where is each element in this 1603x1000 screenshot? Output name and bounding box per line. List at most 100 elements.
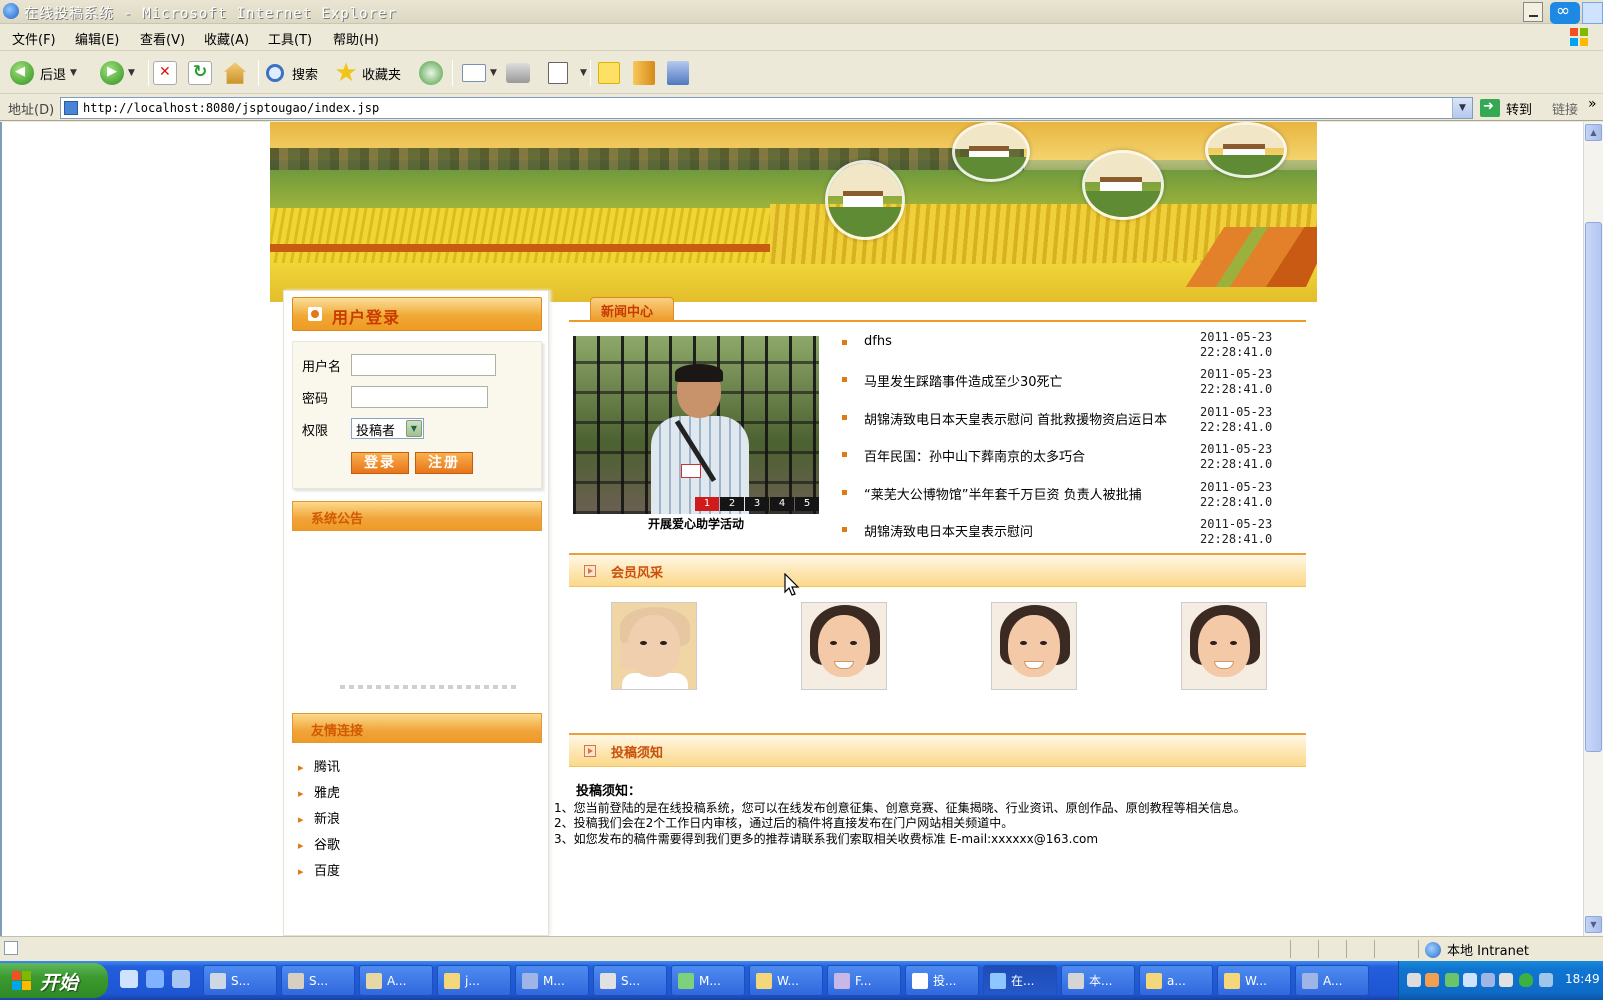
messenger-button[interactable] <box>667 59 689 87</box>
menu-edit[interactable]: 编辑(E) <box>75 29 119 48</box>
show-desktop-icon[interactable] <box>120 970 138 988</box>
messenger-quicklaunch-icon[interactable] <box>172 970 190 988</box>
chevron-down-icon[interactable]: ▼ <box>490 68 497 78</box>
chevron-down-icon[interactable]: ▼ <box>580 68 587 78</box>
slide-page-5[interactable]: 5 <box>795 497 819 511</box>
note-icon <box>598 62 620 84</box>
edit-button[interactable]: ▼ <box>548 59 587 87</box>
links-label[interactable]: 链接 <box>1552 99 1578 118</box>
url-text[interactable]: http://localhost:8080/jsptougao/index.js… <box>83 101 379 115</box>
refresh-button[interactable] <box>188 59 212 87</box>
news-title[interactable]: dfhs <box>864 334 892 349</box>
taskbar-item[interactable]: 投... <box>905 965 979 996</box>
scroll-up-icon[interactable]: ▲ <box>1585 124 1602 141</box>
friend-link-baidu[interactable]: 百度 <box>298 863 340 889</box>
tray-app-icon[interactable] <box>1481 973 1495 987</box>
scroll-down-icon[interactable]: ▼ <box>1585 916 1602 933</box>
friend-link-yahoo[interactable]: 雅虎 <box>298 785 340 811</box>
network-icon[interactable] <box>1445 973 1459 987</box>
address-input[interactable]: http://localhost:8080/jsptougao/index.js… <box>60 97 1473 119</box>
slideshow-caption[interactable]: 开展爱心助学活动 <box>573 515 819 532</box>
shield-icon[interactable] <box>1519 973 1533 987</box>
news-title[interactable]: 百年民国：孙中山下葬南京的太多巧合 <box>864 446 1085 465</box>
taskbar-item[interactable]: S... <box>593 965 667 996</box>
menu-help[interactable]: 帮助(H) <box>333 29 379 48</box>
member-avatar[interactable] <box>611 602 697 690</box>
mail-button[interactable]: ▼ <box>462 59 497 87</box>
tray-app-icon[interactable] <box>1463 973 1477 987</box>
note-button[interactable] <box>598 59 620 87</box>
more-chevron-icon[interactable]: » <box>1588 96 1597 112</box>
slide-page-3[interactable]: 3 <box>745 497 769 511</box>
page-viewport: 用户登录 用户名 密码 权限 投稿者 ▼ 登录 注册 系统公告 友情连接 腾讯 … <box>0 122 1583 936</box>
friend-link-google[interactable]: 谷歌 <box>298 837 340 863</box>
chevron-down-icon[interactable]: ▼ <box>128 68 135 78</box>
cloud-icon[interactable] <box>1550 1 1580 24</box>
member-avatar[interactable] <box>801 602 887 690</box>
taskbar-item[interactable]: 本... <box>1061 965 1135 996</box>
taskbar-item-active[interactable]: 在... <box>983 965 1057 996</box>
research-button[interactable] <box>633 59 655 87</box>
taskbar-item[interactable]: F... <box>827 965 901 996</box>
taskbar-item[interactable]: A... <box>359 965 433 996</box>
password-input[interactable] <box>351 386 488 408</box>
taskbar-item[interactable]: W... <box>1217 965 1291 996</box>
slide-page-4[interactable]: 4 <box>770 497 794 511</box>
news-title[interactable]: “莱芜大公博物馆”半年套千万巨资 负责人被批捕 <box>864 484 1142 503</box>
history-button[interactable] <box>419 59 443 87</box>
menu-view[interactable]: 查看(V) <box>140 29 185 48</box>
bullet-icon <box>842 414 847 420</box>
keyboard-icon[interactable] <box>1407 973 1421 987</box>
tray-app-icon[interactable] <box>1499 973 1513 987</box>
refresh-icon <box>188 61 212 85</box>
minimize-button[interactable] <box>1523 2 1543 22</box>
taskbar-item[interactable]: W... <box>749 965 823 996</box>
taskbar-item[interactable]: A... <box>1295 965 1369 996</box>
news-title[interactable]: 胡锦涛致电日本天皇表示慰问 首批救援物资启运日本 <box>864 409 1167 428</box>
news-title[interactable]: 马里发生踩踏事件造成至少30死亡 <box>864 371 1063 390</box>
tab-news-center[interactable]: 新闻中心 <box>590 297 674 321</box>
menu-favorites[interactable]: 收藏(A) <box>204 29 249 48</box>
register-button[interactable]: 注册 <box>415 452 473 474</box>
slide-page-2[interactable]: 2 <box>720 497 744 511</box>
taskbar-item[interactable]: a... <box>1139 965 1213 996</box>
taskbar-item[interactable]: j... <box>437 965 511 996</box>
start-button[interactable]: 开始 <box>0 963 108 998</box>
slide-page-1[interactable]: 1 <box>695 497 719 511</box>
side-panel-tab[interactable] <box>1582 2 1603 24</box>
username-input[interactable] <box>351 354 496 376</box>
ie-quicklaunch-icon[interactable] <box>146 970 164 988</box>
news-title[interactable]: 胡锦涛致电日本天皇表示慰问 <box>864 521 1033 540</box>
login-button[interactable]: 登录 <box>351 452 409 474</box>
vertical-scrollbar[interactable]: ▲ ▼ <box>1583 122 1603 936</box>
toolbar-separator <box>452 60 453 86</box>
role-select[interactable]: 投稿者 ▼ <box>351 418 424 439</box>
tray-arrow-icon[interactable] <box>1425 973 1439 987</box>
chevron-down-icon[interactable]: ▼ <box>1452 98 1472 118</box>
chevron-down-icon[interactable]: ▼ <box>70 68 77 78</box>
chevron-down-icon[interactable]: ▼ <box>406 420 422 437</box>
window-title-bar[interactable]: 在线投稿系统 - Microsoft Internet Explorer <box>0 0 1603 24</box>
volume-icon[interactable] <box>1539 973 1553 987</box>
print-button[interactable] <box>506 59 530 87</box>
guideline-line-2: 2、投稿我们会在2个工作日内审核，通过后的稿件将直接发布在门户网站相关频道中。 <box>554 816 1014 830</box>
taskbar-item[interactable]: S... <box>281 965 355 996</box>
favorites-button[interactable]: ★ 收藏夹 <box>334 59 401 87</box>
friend-link-sina[interactable]: 新浪 <box>298 811 340 837</box>
taskbar-item[interactable]: M... <box>515 965 589 996</box>
go-button[interactable]: 转到 <box>1480 97 1532 119</box>
taskbar-item[interactable]: S... <box>203 965 277 996</box>
home-button[interactable] <box>223 59 247 87</box>
forward-button[interactable]: ▼ <box>100 59 135 87</box>
member-avatar[interactable] <box>991 602 1077 690</box>
taskbar-item[interactable]: M... <box>671 965 745 996</box>
scrollbar-thumb[interactable] <box>1585 222 1602 752</box>
search-button[interactable]: 搜索 <box>266 59 318 87</box>
friend-link-tencent[interactable]: 腾讯 <box>298 759 340 785</box>
stop-button[interactable] <box>153 59 177 87</box>
back-button[interactable]: 后退 ▼ <box>10 59 77 87</box>
menu-file[interactable]: 文件(F) <box>12 29 56 48</box>
menu-tools[interactable]: 工具(T) <box>268 29 312 48</box>
news-slideshow-photo[interactable] <box>573 336 819 514</box>
member-avatar[interactable] <box>1181 602 1267 690</box>
